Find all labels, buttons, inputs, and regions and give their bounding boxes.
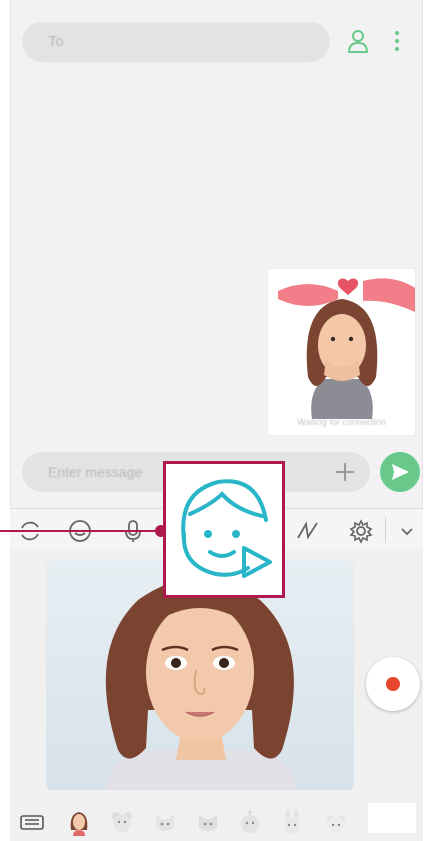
bear-icon[interactable] — [108, 808, 136, 836]
tray-slot — [368, 803, 416, 833]
bird-icon[interactable] — [236, 808, 264, 836]
cat-icon[interactable] — [151, 808, 179, 836]
plus-icon[interactable] — [332, 459, 358, 485]
doodle-icon[interactable] — [295, 518, 321, 544]
ar-emoji-sticker-message[interactable]: Waiting for connection — [267, 268, 416, 436]
keyboard-icon[interactable] — [18, 808, 46, 836]
callout-line — [0, 530, 160, 532]
contact-icon[interactable] — [346, 28, 370, 54]
send-icon — [392, 464, 409, 480]
recipient-input[interactable]: To — [22, 22, 330, 62]
record-button[interactable] — [366, 657, 420, 711]
callout-box — [163, 461, 285, 598]
send-button[interactable] — [380, 452, 420, 492]
record-dot-icon — [386, 677, 400, 691]
message-placeholder: Enter message — [48, 464, 143, 480]
recipient-placeholder: To — [48, 33, 64, 50]
cat-icon[interactable] — [194, 808, 222, 836]
settings-icon[interactable] — [348, 518, 374, 544]
sheep-icon[interactable] — [322, 808, 350, 836]
rabbit-icon[interactable] — [278, 808, 306, 836]
tools-separator — [385, 517, 386, 543]
more-options-icon[interactable] — [392, 28, 402, 54]
ar-emoji-icon[interactable] — [166, 464, 282, 595]
emoji-tray — [10, 801, 423, 841]
chevron-down-icon[interactable] — [394, 518, 420, 544]
sticker-image — [278, 278, 415, 419]
sticker-caption: Waiting for connection — [297, 417, 386, 427]
avatar-icon[interactable] — [65, 808, 93, 836]
